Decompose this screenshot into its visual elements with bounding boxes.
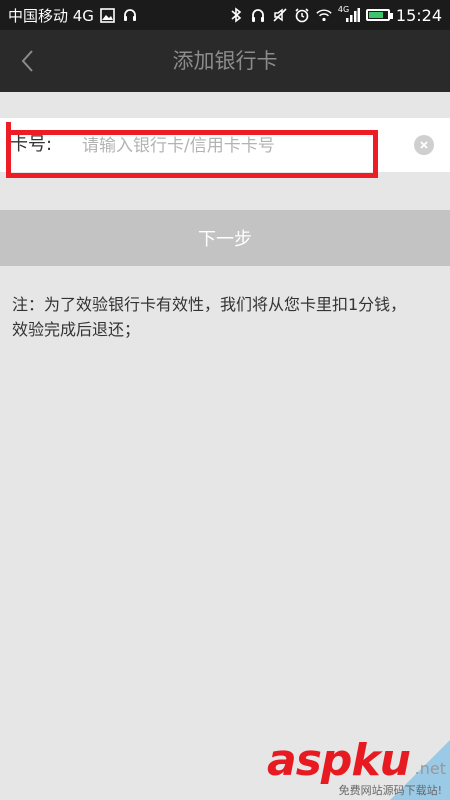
headphones-icon (250, 7, 266, 23)
status-bar: 中国移动 4G 4G 15:24 (0, 0, 450, 30)
verification-note: 注：为了效验银行卡有效性，我们将从您卡里扣1分钱，效验完成后退还； (12, 295, 407, 339)
watermark: aspku .net 免费网站源码下载站! (267, 730, 450, 800)
clear-icon (420, 141, 428, 149)
status-left: 中国移动 4G (8, 5, 138, 26)
network-badge: 4G (337, 5, 350, 14)
watermark-logo: aspku (267, 735, 411, 786)
clear-button[interactable] (414, 135, 434, 155)
next-step-button[interactable]: 下一步 (0, 210, 450, 266)
status-right: 4G 15:24 (228, 5, 442, 25)
headset-icon (122, 7, 138, 23)
status-time: 15:24 (395, 5, 442, 25)
navigation-bar: 添加银行卡 (0, 30, 450, 92)
watermark-subtitle: 免费网站源码下载站! (338, 784, 442, 797)
alarm-icon (294, 7, 310, 23)
watermark-suffix: .net (414, 759, 446, 778)
mute-icon (272, 7, 288, 23)
card-number-input[interactable] (80, 126, 404, 166)
card-number-row: 卡号: (0, 118, 450, 172)
bluetooth-icon (228, 7, 244, 23)
battery-icon (365, 9, 393, 21)
back-button[interactable] (10, 44, 44, 78)
chevron-left-icon (21, 50, 33, 72)
card-number-label: 卡号: (10, 134, 53, 155)
gallery-icon (100, 7, 116, 23)
page-title: 添加银行卡 (172, 49, 278, 73)
signal-4g-icon: 4G (337, 5, 360, 23)
carrier-label: 中国移动 4G (8, 6, 94, 25)
annotation-tick (6, 122, 11, 136)
wifi-icon (316, 7, 332, 23)
